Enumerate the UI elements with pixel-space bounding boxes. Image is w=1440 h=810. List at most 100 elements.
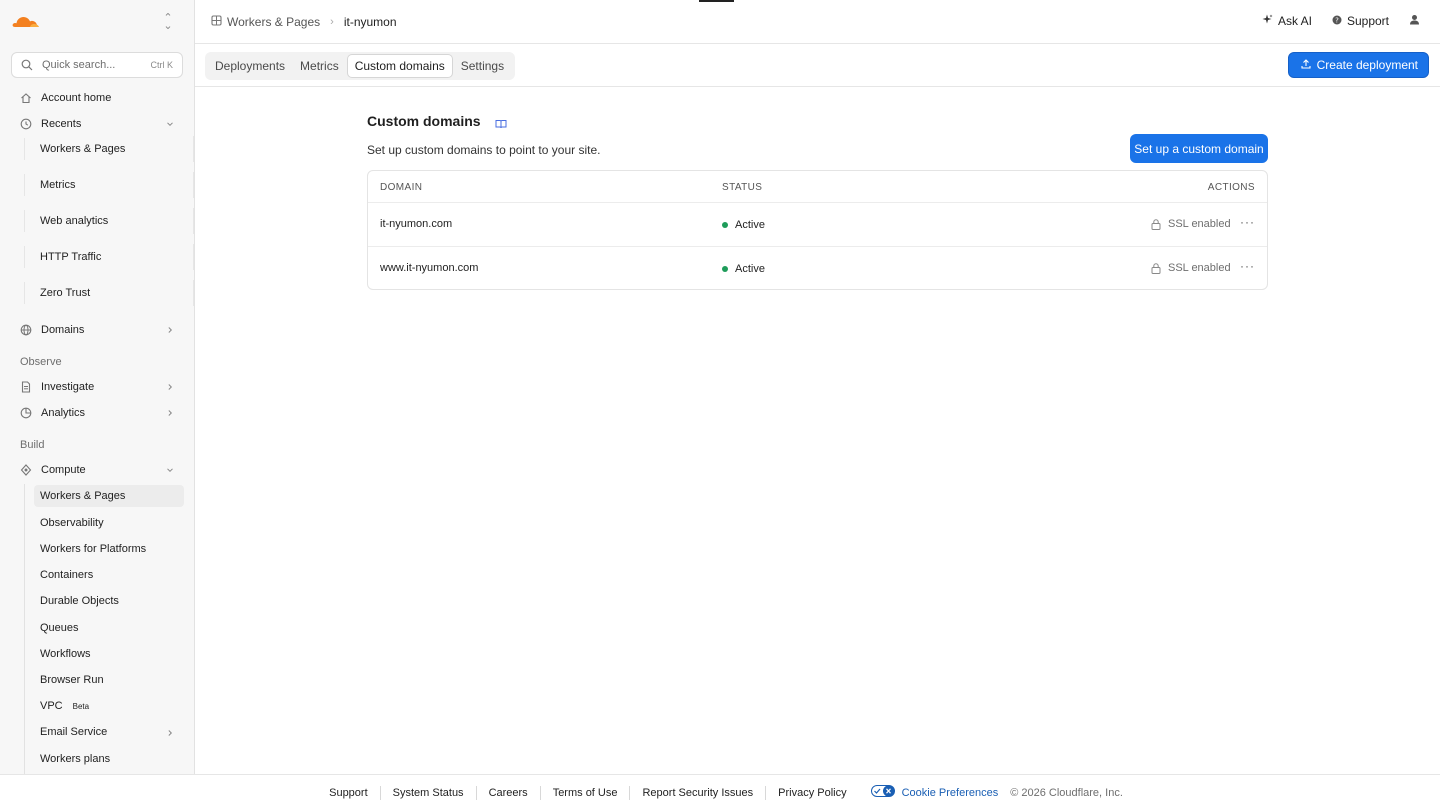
sidebar-item-compute[interactable]: Compute: [12, 458, 184, 482]
column-header-status: STATUS: [722, 182, 763, 193]
tab-custom-domains[interactable]: Custom domains: [346, 54, 453, 78]
recent-item-http-traffic[interactable]: HTTP Traffic: [24, 244, 194, 270]
compute-item-vpc[interactable]: VPC Beta: [34, 695, 184, 717]
table-row: it-nyumon.com Active SSL enabled ···: [368, 202, 1267, 246]
compute-icon: [19, 464, 32, 477]
compute-item-durable-objects[interactable]: Durable Objects: [34, 590, 184, 612]
footer-link-careers[interactable]: Careers: [477, 785, 541, 800]
quick-search-input[interactable]: Quick search... Ctrl K: [11, 52, 183, 78]
ssl-status: SSL enabled: [1151, 218, 1231, 230]
chevron-down-icon: [166, 465, 174, 477]
sidebar-item-domains[interactable]: Domains: [12, 318, 184, 342]
recent-item-zero-trust[interactable]: Zero Trust: [24, 280, 194, 306]
domain-cell[interactable]: it-nyumon.com: [380, 218, 452, 230]
recent-item-metrics[interactable]: Metrics: [24, 172, 194, 198]
globe-icon: [19, 324, 32, 337]
sidebar-item-investigate[interactable]: Investigate: [12, 375, 184, 399]
recent-item-web-analytics[interactable]: Web analytics: [24, 208, 194, 234]
support-label: Support: [1346, 14, 1389, 28]
compute-item-workers-for-platforms[interactable]: Workers for Platforms: [34, 538, 184, 560]
sidebar: ⌃ ⌄ Quick search... Ctrl K Account home R…: [0, 0, 195, 782]
cookie-preferences-label: Cookie Preferences: [901, 786, 999, 799]
compute-item-label: VPC: [40, 700, 63, 712]
compute-item-browser-run[interactable]: Browser Run: [34, 669, 184, 691]
user-menu-button[interactable]: [1409, 14, 1420, 28]
breadcrumb: Workers & Pages › it-nyumon: [211, 15, 397, 29]
breadcrumb-current: it-nyumon: [343, 15, 397, 29]
compute-item-email-service[interactable]: Email Service: [34, 721, 184, 743]
ask-ai-label: Ask AI: [1277, 14, 1312, 28]
setup-custom-domain-button[interactable]: Set up a custom domain: [1130, 134, 1268, 163]
column-header-domain: DOMAIN: [380, 182, 423, 193]
more-actions-icon[interactable]: ···: [1240, 215, 1255, 229]
help-icon: ?: [1332, 15, 1342, 28]
tab-bar: Deployments Metrics Custom domains Setti…: [195, 44, 1440, 87]
status-text: Active: [735, 263, 765, 275]
workers-icon: [211, 15, 222, 29]
ssl-text: SSL enabled: [1168, 218, 1231, 230]
footer-link-privacy[interactable]: Privacy Policy: [766, 786, 858, 800]
compute-item-workers-plans[interactable]: Workers plans: [34, 748, 184, 770]
privacy-toggle-icon: [870, 785, 895, 800]
breadcrumb-workers-pages[interactable]: Workers & Pages: [227, 15, 320, 29]
status-text: Active: [735, 219, 765, 231]
compute-item-workers-pages[interactable]: Workers & Pages: [34, 485, 184, 507]
compute-item-workflows[interactable]: Workflows: [34, 643, 184, 665]
create-deployment-label: Create deployment: [1316, 58, 1418, 72]
search-icon: [21, 59, 33, 74]
domain-cell[interactable]: www.it-nyumon.com: [380, 262, 478, 274]
footer-link-terms[interactable]: Terms of Use: [541, 785, 631, 800]
footer-link-support[interactable]: Support: [317, 785, 381, 800]
search-placeholder: Quick search...: [42, 59, 116, 71]
docs-book-icon[interactable]: [495, 116, 507, 129]
table-row: www.it-nyumon.com Active SSL enabled ···: [368, 246, 1267, 290]
footer-link-system-status[interactable]: System Status: [381, 785, 477, 800]
top-header: Workers & Pages › it-nyumon Ask AI ? Sup…: [195, 0, 1440, 44]
lock-icon: [1151, 262, 1161, 274]
user-icon: [1409, 14, 1420, 28]
clock-icon: [19, 118, 32, 131]
tabs: Deployments Metrics Custom domains Setti…: [205, 52, 516, 80]
sidebar-item-analytics[interactable]: Analytics: [12, 401, 184, 425]
upload-icon: [1301, 58, 1311, 72]
svg-text:?: ?: [1335, 16, 1339, 24]
sidebar-item-label: Compute: [41, 464, 86, 476]
account-switcher-icon[interactable]: ⌃ ⌄: [162, 13, 174, 32]
beta-badge: Beta: [72, 701, 90, 711]
status-cell: Active: [722, 219, 765, 231]
chevron-right-icon: [166, 382, 174, 394]
custom-domains-table: DOMAIN STATUS ACTIONS it-nyumon.com Acti…: [367, 170, 1268, 290]
sidebar-item-label: Account home: [41, 92, 112, 104]
tab-deployments[interactable]: Deployments: [208, 54, 292, 78]
header-actions: Ask AI ? Support: [1242, 14, 1420, 28]
footer-link-security[interactable]: Report Security Issues: [630, 785, 767, 800]
sidebar-item-recents[interactable]: Recents: [12, 112, 184, 136]
ask-ai-button[interactable]: Ask AI: [1262, 14, 1312, 28]
sparkle-icon: [1262, 14, 1273, 28]
compute-item-label: Email Service: [40, 726, 108, 738]
sidebar-item-account-home[interactable]: Account home: [12, 86, 184, 110]
compute-item-containers[interactable]: Containers: [34, 564, 184, 586]
tab-metrics[interactable]: Metrics: [293, 54, 346, 78]
recent-item-workers-pages[interactable]: Workers & Pages: [24, 136, 194, 162]
more-actions-icon[interactable]: ···: [1240, 259, 1255, 273]
home-icon: [19, 92, 32, 105]
column-header-actions: ACTIONS: [1207, 182, 1255, 193]
tab-settings[interactable]: Settings: [454, 54, 511, 78]
ssl-text: SSL enabled: [1168, 262, 1231, 274]
compute-item-observability[interactable]: Observability: [34, 512, 184, 534]
lock-icon: [1151, 218, 1161, 230]
page-description: Set up custom domains to point to your s…: [367, 143, 601, 157]
status-dot-icon: [722, 222, 728, 228]
cookie-preferences-link[interactable]: Cookie Preferences: [859, 785, 1011, 800]
compute-item-queues[interactable]: Queues: [34, 617, 184, 639]
cloudflare-logo-icon[interactable]: [12, 13, 40, 32]
copyright: © 2026 Cloudflare, Inc.: [1010, 786, 1123, 799]
page-title: Custom domains: [367, 113, 507, 129]
support-button[interactable]: ? Support: [1332, 14, 1389, 28]
create-deployment-button[interactable]: Create deployment: [1287, 52, 1429, 78]
sidebar-item-label: Investigate: [41, 381, 95, 393]
ssl-status: SSL enabled: [1151, 262, 1231, 274]
sidebar-item-label: Domains: [41, 324, 85, 336]
footer: Support System Status Careers Terms of U…: [0, 774, 1440, 810]
